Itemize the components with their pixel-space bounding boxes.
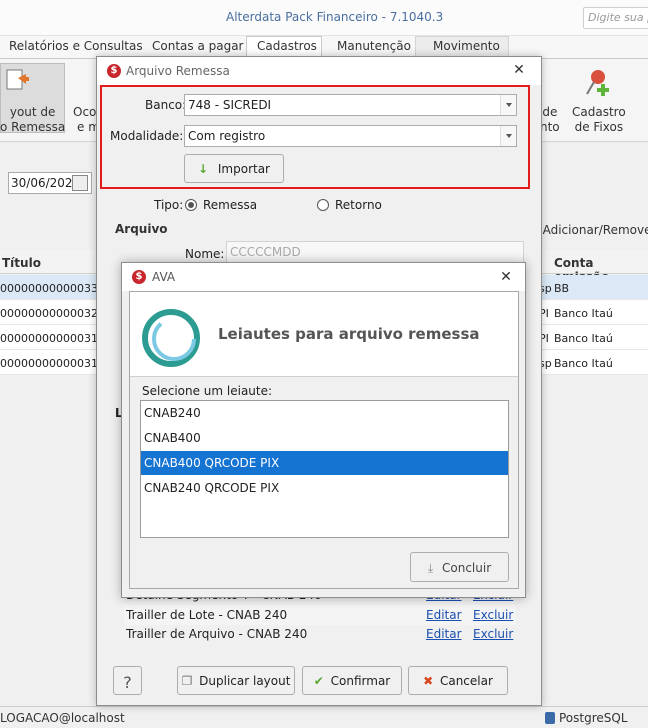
dialog-titlebar xyxy=(122,263,525,291)
cell-titulo: 000000000000328 xyxy=(0,307,105,320)
cancelar-button[interactable]: ✖ Cancelar xyxy=(408,666,508,695)
tab-relatorios[interactable]: Relatórios e Consultas xyxy=(9,39,143,53)
excluir-link[interactable]: Excluir xyxy=(473,627,513,641)
list-item: Trailler de Arquivo - CNAB 240 Editar Ex… xyxy=(126,627,514,641)
radio-remessa-label[interactable]: Remessa xyxy=(203,198,257,212)
cell-conta: BB xyxy=(554,282,570,295)
ava-heading: Leiautes para arquivo remessa xyxy=(218,325,480,343)
concluir-button[interactable]: ⤓ Concluir xyxy=(410,552,509,582)
app-title: Alterdata Pack Financeiro - 7.1040.3 xyxy=(226,10,444,24)
cell-conta: Banco Itaú xyxy=(554,357,613,370)
calendar-icon[interactable] xyxy=(72,175,88,191)
nome-field[interactable]: CCCCCMDD xyxy=(226,241,524,263)
list-item-selected[interactable]: CNAB400 QRCODE PIX xyxy=(141,451,508,475)
confirmar-button[interactable]: ✔ Confirmar xyxy=(302,666,402,695)
col-titulo[interactable]: Título xyxy=(2,256,41,270)
editar-link[interactable]: Editar xyxy=(426,608,462,622)
chevron-down-icon xyxy=(500,95,516,115)
chevron-down-icon xyxy=(500,126,516,146)
cell-conta: Banco Itaú xyxy=(554,307,613,320)
list-item: Trailler de Lote - CNAB 240 Editar Exclu… xyxy=(124,605,516,625)
ribbon-label-cadastro-fixos[interactable]: Cadastro de Fixos xyxy=(572,105,626,135)
tipo-label: Tipo: xyxy=(154,198,184,212)
dialog-title: Arquivo Remessa xyxy=(126,64,230,78)
dialog-title: AVA xyxy=(152,270,176,284)
app-logo-icon: $ xyxy=(132,270,146,284)
tab-manutencao[interactable]: Manutenção xyxy=(337,39,411,53)
tab-cadastros[interactable]: Cadastros xyxy=(257,39,317,53)
importar-button[interactable]: ↓ Importar xyxy=(184,154,284,183)
banco-select[interactable]: 748 - SICREDI xyxy=(184,94,517,116)
tab-contas-a-pagar[interactable]: Contas a pagar xyxy=(152,39,244,53)
close-icon[interactable]: ✕ xyxy=(512,63,526,77)
cell-titulo: 000000000000310 xyxy=(0,332,105,345)
check-icon: ✔ xyxy=(313,674,324,688)
banco-label: Banco: xyxy=(145,98,187,112)
excluir-link[interactable]: Excluir xyxy=(473,608,513,622)
ribbon-label-layout: yout de o Remessa xyxy=(0,105,66,134)
list-item[interactable]: CNAB400 xyxy=(141,426,508,450)
status-database: PostgreSQL xyxy=(545,711,628,725)
copy-icon: ❐ xyxy=(181,674,193,688)
radio-retorno-label[interactable]: Retorno xyxy=(335,198,382,212)
layout-remessa-icon xyxy=(4,68,30,92)
add-remove-columns-button[interactable]: ⚲ Adicionar/Remove xyxy=(530,223,648,237)
help-button[interactable]: ? xyxy=(113,666,142,695)
ribbon-label-partial[interactable]: de nto xyxy=(540,105,560,135)
close-icon: ✖ xyxy=(423,674,434,688)
arquivo-section-heading: Arquivo xyxy=(115,222,168,236)
editar-link[interactable]: Editar xyxy=(426,627,462,641)
database-icon xyxy=(545,712,555,724)
status-connection: LOGACAO@localhost xyxy=(0,711,125,725)
list-item[interactable]: CNAB240 xyxy=(141,401,508,425)
modalidade-select[interactable]: Com registro xyxy=(184,125,517,147)
modalidade-label: Modalidade: xyxy=(110,129,184,143)
pushpin-add-icon xyxy=(582,66,612,98)
cell-conta: Banco Itaú xyxy=(554,332,613,345)
close-icon[interactable]: ✕ xyxy=(499,270,513,284)
arrow-down-icon: ↓ xyxy=(197,162,209,176)
ava-logo-icon xyxy=(139,306,203,370)
duplicar-layout-button[interactable]: ❐ Duplicar layout xyxy=(177,666,295,695)
app-search-input[interactable]: Digite sua pe xyxy=(583,7,648,29)
cell-titulo: 000000000000311 xyxy=(0,357,105,370)
nome-label: Nome: xyxy=(185,247,225,261)
app-logo-icon: $ xyxy=(107,64,121,78)
download-icon: ⤓ xyxy=(427,561,434,575)
cell-titulo: 000000000000339 xyxy=(0,282,105,295)
list-item[interactable]: CNAB240 QRCODE PIX xyxy=(141,476,508,500)
select-leiaute-label: Selecione um leiaute: xyxy=(142,384,273,398)
tab-movimento[interactable]: Movimento xyxy=(433,39,500,53)
radio-retorno[interactable] xyxy=(317,199,329,211)
radio-remessa[interactable] xyxy=(185,199,197,211)
